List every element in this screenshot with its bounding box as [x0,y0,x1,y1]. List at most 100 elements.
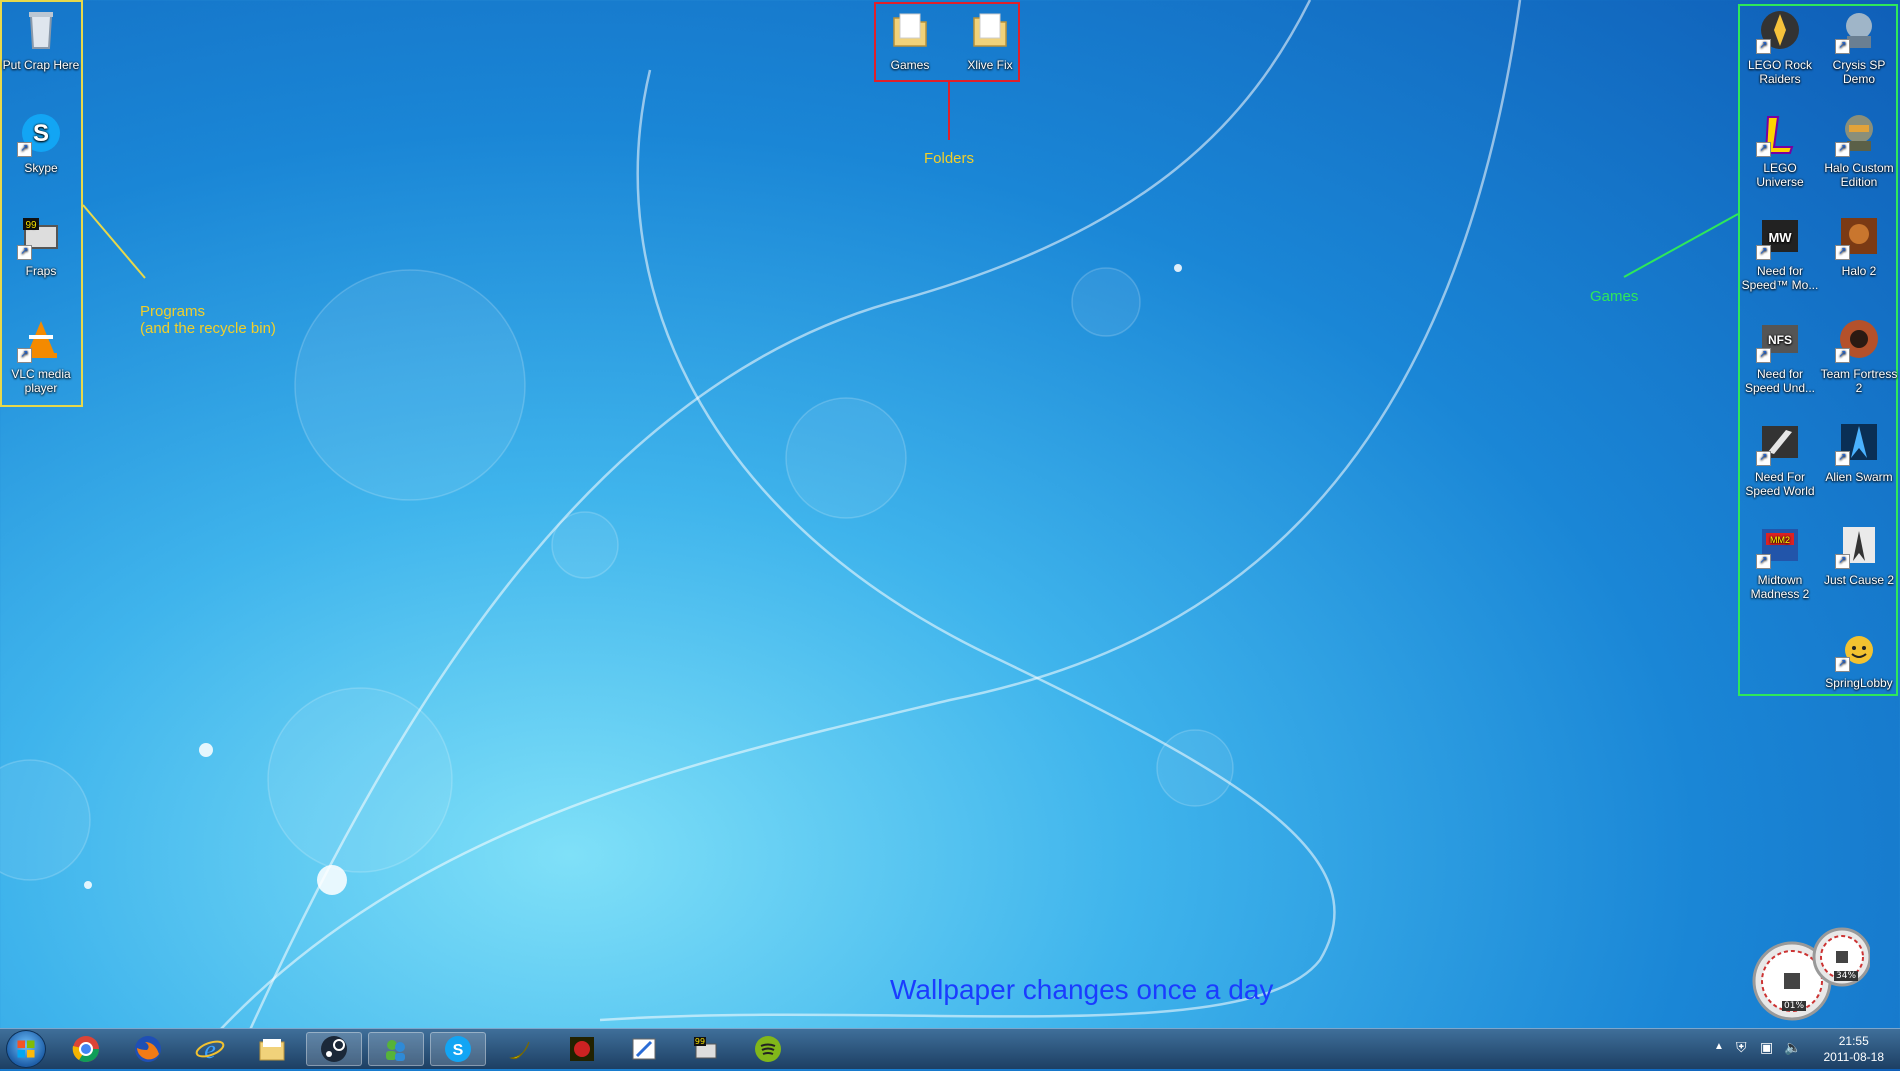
desktop-icon-nfs-underground[interactable]: NFS ↗ Need for Speed Und... [1741,315,1819,395]
programs-annotation: Programs (and the recycle bin) [140,303,276,337]
shield-icon[interactable]: ⛨ [1736,1039,1747,1056]
taskbar-explorer-button[interactable] [244,1032,300,1066]
desktop-icon-label: Just Cause 2 [1823,573,1895,587]
desktop-icon-label: Midtown Madness 2 [1750,573,1810,601]
desktop-icon-vlc[interactable]: ↗ VLC media player [2,315,80,395]
desktop-icon-halo-ce[interactable]: ↗ Halo Custom Edition [1820,109,1898,189]
desktop-icon-folder[interactable]: Games [871,6,949,72]
desktop-icon-label: Halo Custom Edition [1824,161,1894,189]
shortcut-arrow-icon: ↗ [1835,451,1850,466]
desktop-icon-lego-universe[interactable]: ↗ LEGO Universe [1741,109,1819,189]
desktop-icon-label: Crysis SP Demo [1832,58,1886,86]
desktop-icon-halo2[interactable]: ↗ Halo 2 [1820,212,1898,278]
lego-rock-raiders-icon: ↗ [1756,6,1804,54]
show-hidden-icons-icon[interactable]: ▲ [1714,1041,1724,1052]
desktop-icon-crysis[interactable]: ↗ Crysis SP Demo [1820,6,1898,86]
svg-text:e: e [204,1035,216,1064]
halo2-icon: ↗ [1835,212,1883,260]
shortcut-arrow-icon: ↗ [1756,142,1771,157]
desktop-icon-label: VLC media player [11,367,71,395]
desktop-icon-label: Games [890,58,930,72]
svg-text:MM2: MM2 [1770,535,1790,545]
wallpaper-annotation: Wallpaper changes once a day [890,974,1274,1005]
taskbar-paint-button[interactable] [616,1032,672,1066]
desktop-icon-label: Fraps [25,264,57,278]
desktop-icon-nfs-mw[interactable]: MW ↗ Need for Speed™ Mo... [1741,212,1819,292]
banana-icon [509,1041,530,1060]
vlc-icon: ↗ [17,315,65,363]
cpu-meter-gadget[interactable]: 01% 34% [1750,925,1872,1025]
desktop-icon-label: Alien Swarm [1825,470,1893,484]
steam-icon [321,1036,347,1062]
fraps-icon: 99 ↗ [17,212,65,260]
skype-icon: S [445,1036,471,1062]
programs-annotation-line2: (and the recycle bin) [140,320,276,337]
desktop-icon-label: Need For Speed World [1745,470,1815,498]
taskbar-firefox-button[interactable] [120,1032,176,1066]
desktop-icon-springlobby[interactable]: ↗ SpringLobby [1820,624,1898,690]
nfs-mw-icon: MW ↗ [1756,212,1804,260]
svg-text:99: 99 [695,1037,705,1046]
taskbar-game-button[interactable] [554,1032,610,1066]
shortcut-arrow-icon: ↗ [1756,245,1771,260]
desktop-icon-recycle-bin[interactable]: Put Crap Here [2,6,80,72]
clock[interactable]: 21:55 2011-08-18 [1824,1033,1885,1065]
explorer-icon [259,1039,285,1061]
folder-icon [886,6,934,54]
taskbar: e S 99 ▲ ⛨ ▣ 🔈 21:55 2011-08-18 [0,1028,1900,1069]
desktop-icon-label: Xlive Fix [967,58,1013,72]
desktop-icon-folder[interactable]: Xlive Fix [951,6,1029,72]
desktop-icon-just-cause[interactable]: ↗ Just Cause 2 [1820,521,1898,587]
games-annotation: Games [1590,288,1639,305]
crysis-icon: ↗ [1835,6,1883,54]
desktop-icon-nfs-world[interactable]: ↗ Need For Speed World [1741,418,1819,498]
desktop-icon-label: LEGO Universe [1756,161,1804,189]
start-button-icon[interactable] [6,1030,46,1068]
shortcut-arrow-icon: ↗ [1835,245,1850,260]
clock-date: 2011-08-18 [1823,1050,1885,1064]
alien-swarm-icon: ↗ [1835,418,1883,466]
taskbar-steam-button[interactable] [306,1032,362,1066]
svg-text:S: S [33,120,49,147]
svg-text:NFS: NFS [1768,333,1792,347]
lego-universe-icon: ↗ [1756,109,1804,157]
taskbar-chrome-button[interactable] [58,1032,114,1066]
ie-icon: e [195,1035,225,1064]
desktop-icon-label: Put Crap Here [2,58,80,72]
midtown-madness-icon: MM2 ↗ [1756,521,1804,569]
taskbar-fraps-button[interactable]: 99 [678,1032,734,1066]
taskbar-spotify-button[interactable] [740,1032,796,1066]
svg-text:MW: MW [1768,230,1792,245]
shortcut-arrow-icon: ↗ [1756,451,1771,466]
recycle-bin-icon [17,6,65,54]
taskbar-skype-button[interactable]: S [430,1032,486,1066]
folder-icon [966,6,1014,54]
volume-icon[interactable]: 🔈 [1784,1039,1801,1056]
folders-annotation: Folders [924,150,975,167]
desktop-icon-alien-swarm[interactable]: ↗ Alien Swarm [1820,418,1898,484]
desktop-icon-label: Skype [24,161,58,175]
desktop-icon-tf2[interactable]: ↗ Team Fortress 2 [1820,315,1898,395]
shortcut-arrow-icon: ↗ [1835,554,1850,569]
taskbar-ie-button[interactable]: e [182,1032,238,1066]
nfs-world-icon: ↗ [1756,418,1804,466]
shortcut-arrow-icon: ↗ [17,348,32,363]
network-icon[interactable]: ▣ [1760,1039,1773,1056]
desktop-icon-skype[interactable]: S ↗ Skype [2,109,80,175]
shortcut-arrow-icon: ↗ [1835,348,1850,363]
fraps-icon: 99 [694,1037,717,1059]
desktop-icon-fraps[interactable]: 99 ↗ Fraps [2,212,80,278]
programs-annotation-line1: Programs [140,303,206,320]
desktop-icon-label: Team Fortress 2 [1820,367,1898,395]
taskbar-messenger-button[interactable] [368,1032,424,1066]
firefox-icon [135,1036,161,1062]
nfs-underground-icon: NFS ↗ [1756,315,1804,363]
springlobby-icon: ↗ [1835,624,1883,672]
svg-text:S: S [453,1042,464,1059]
shortcut-arrow-icon: ↗ [17,245,32,260]
desktop-icon-midtown-madness[interactable]: MM2 ↗ Midtown Madness 2 [1741,521,1819,601]
desktop-icon-label: Halo 2 [1841,264,1877,278]
taskbar-banana-button[interactable] [492,1032,548,1066]
shortcut-arrow-icon: ↗ [1756,554,1771,569]
desktop-icon-lego-rock-raiders[interactable]: ↗ LEGO Rock Raiders [1741,6,1819,86]
